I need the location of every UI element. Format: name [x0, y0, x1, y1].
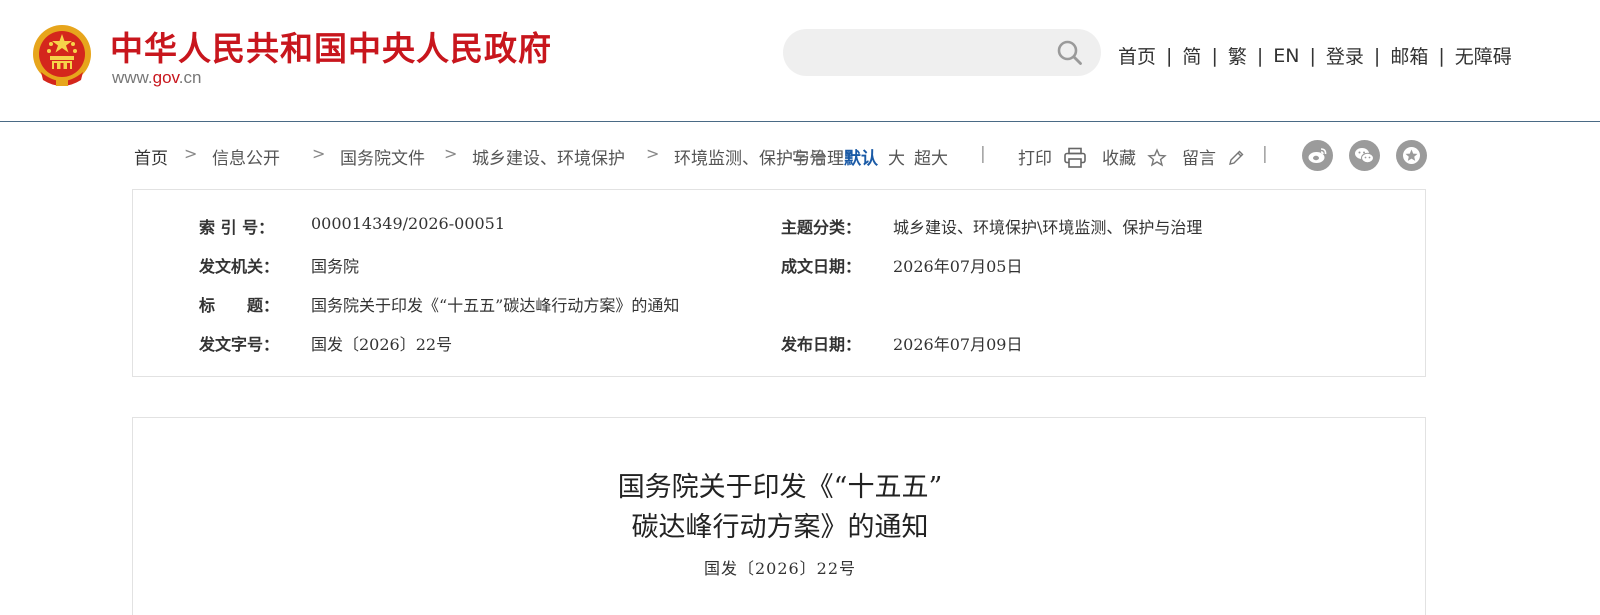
nav-login[interactable]: 登录	[1326, 42, 1364, 69]
published-date-value: 2026年07月09日	[893, 335, 1023, 354]
nav-separator: |	[1309, 44, 1316, 67]
issuer-label: 发文机关：	[199, 257, 280, 276]
nav-simplified[interactable]: 简	[1182, 42, 1201, 69]
search-icon[interactable]	[1056, 39, 1083, 66]
wechat-share-button[interactable]	[1349, 140, 1380, 171]
breadcrumb-info-public[interactable]: 信息公开	[212, 144, 280, 169]
font-size-xlarge[interactable]: 超大	[914, 144, 948, 169]
document-content: 国务院关于印发《“十五五” 碳达峰行动方案》的通知 国发〔2026〕22号	[132, 417, 1426, 615]
title-label: 标 题：	[199, 296, 280, 315]
breadcrumb-separator: >	[646, 144, 660, 163]
title-value: 国务院关于印发《“十五五”碳达峰行动方案》的通知	[311, 296, 680, 315]
site-domain: www.gov.cn	[112, 68, 201, 88]
wechat-icon	[1355, 148, 1374, 164]
site-domain-accent: gov	[152, 68, 179, 87]
nav-home[interactable]: 首页	[1118, 42, 1156, 69]
document-title-line-1: 国务院关于印发《“十五五”	[617, 472, 943, 503]
nav-separator: |	[1438, 44, 1445, 67]
font-size-large[interactable]: 大	[888, 144, 905, 169]
star-outline-icon	[1147, 147, 1168, 166]
breadcrumb-state-council-docs[interactable]: 国务院文件	[340, 144, 425, 169]
breadcrumb-home[interactable]: 首页	[134, 144, 168, 169]
font-size-label: 字号	[792, 149, 826, 169]
breadcrumb-separator: >	[444, 144, 458, 163]
weibo-share-button[interactable]	[1302, 140, 1333, 171]
site-domain-suffix: .cn	[178, 68, 202, 87]
created-date-label: 成文日期：	[781, 257, 862, 276]
tools-separator: |	[1262, 144, 1268, 164]
nav-english[interactable]: EN	[1273, 45, 1299, 67]
top-nav: 首页 | 简 | 繁 | EN | 登录 | 邮箱 | 无障碍	[1118, 42, 1512, 69]
document-meta-panel: 索 引 号： 000014349/2026-00051 主题分类： 城乡建设、环…	[132, 189, 1426, 377]
print-button[interactable]: 打印	[1018, 144, 1087, 169]
published-date-label: 发布日期：	[781, 335, 862, 354]
topic-label: 主题分类：	[781, 218, 862, 237]
topic-value: 城乡建设、环境保护\环境监测、保护与治理	[893, 218, 1203, 237]
print-label: 打印	[1018, 149, 1052, 169]
weibo-icon	[1308, 148, 1327, 163]
search-input[interactable]	[783, 29, 1043, 76]
nav-separator: |	[1256, 44, 1264, 67]
doc-number-value: 国发〔2026〕22号	[311, 335, 453, 354]
national-emblem-icon[interactable]	[31, 22, 93, 90]
breadcrumb-separator: >	[312, 144, 326, 163]
tools-separator: |	[980, 144, 986, 164]
favorite-label: 收藏	[1102, 149, 1136, 169]
nav-accessibility[interactable]: 无障碍	[1455, 42, 1512, 69]
breadcrumb: 首页 > 信息公开 > 国务院文件 > 城乡建设、环境保护 > 环境监测、保护与…	[134, 140, 1427, 171]
issuer-value: 国务院	[311, 257, 360, 276]
document-title-line-2: 碳达峰行动方案》的通知	[631, 512, 929, 543]
nav-mail[interactable]: 邮箱	[1390, 42, 1428, 69]
printer-icon	[1064, 147, 1087, 168]
created-date-value: 2026年07月05日	[893, 257, 1023, 276]
site-domain-prefix: www.	[112, 68, 153, 87]
favorite-share-button[interactable]	[1396, 140, 1427, 171]
site-header: 中华人民共和国中央人民政府 www.gov.cn 首页 | 简 | 繁 | EN…	[0, 0, 1600, 122]
breadcrumb-separator: >	[184, 144, 198, 163]
nav-separator: |	[1211, 44, 1218, 67]
nav-separator: |	[1373, 44, 1381, 67]
site-title[interactable]: 中华人民共和国中央人民政府	[110, 22, 552, 70]
doc-number-label: 发文字号：	[199, 335, 280, 354]
favorite-button[interactable]: 收藏	[1102, 144, 1168, 169]
comment-label: 留言	[1182, 149, 1216, 169]
nav-traditional[interactable]: 繁	[1228, 42, 1247, 69]
favorite-star-icon	[1403, 147, 1420, 164]
nav-separator: |	[1166, 44, 1173, 67]
pencil-icon	[1229, 150, 1244, 165]
index-value: 000014349/2026-00051	[311, 214, 506, 233]
comment-button[interactable]: 留言	[1182, 144, 1245, 169]
index-label: 索 引 号：	[199, 218, 275, 237]
font-size-default[interactable]: 默认	[844, 144, 878, 169]
search-box	[783, 29, 1101, 76]
document-number: 国发〔2026〕22号	[703, 559, 857, 578]
breadcrumb-urban-env[interactable]: 城乡建设、环境保护	[472, 144, 625, 169]
